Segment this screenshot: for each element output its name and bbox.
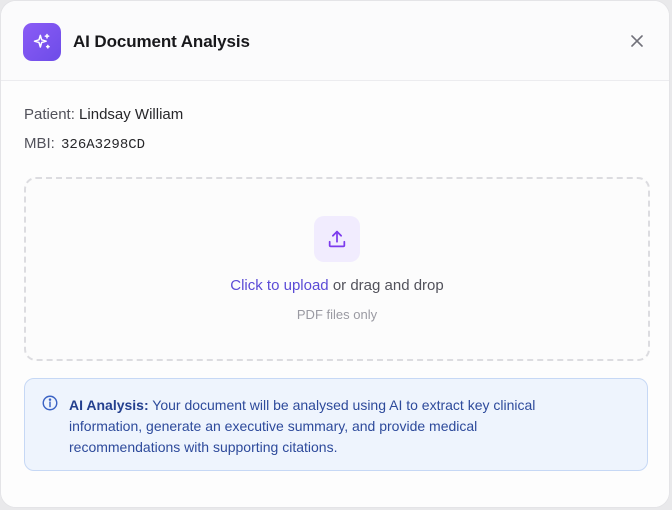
ai-analysis-info-box: AI Analysis: Your document will be analy… xyxy=(24,378,648,471)
file-dropzone[interactable]: Click to upload or drag and drop PDF fil… xyxy=(24,177,650,361)
patient-mbi-line: MBI: 326A3298CD xyxy=(24,135,145,153)
patient-name-line: Patient: Lindsay William xyxy=(24,106,183,123)
drag-drop-text: or drag and drop xyxy=(328,277,444,294)
upload-icon xyxy=(314,216,360,262)
close-button[interactable] xyxy=(627,31,647,51)
mbi-value: 326A3298CD xyxy=(61,137,146,153)
modal-header: AI Document Analysis xyxy=(1,1,669,81)
upload-instructions: Click to upload or drag and drop xyxy=(26,277,648,294)
info-icon xyxy=(42,395,58,411)
info-message: AI Analysis: Your document will be analy… xyxy=(69,395,589,458)
sparkles-icon xyxy=(23,23,61,61)
patient-name: Lindsay William xyxy=(79,106,184,123)
info-title: AI Analysis: xyxy=(69,397,149,413)
mbi-label: MBI: xyxy=(24,135,55,152)
upload-hint: PDF files only xyxy=(296,307,378,322)
close-icon xyxy=(631,35,643,47)
ai-document-analysis-modal: AI Document Analysis Patient: Lindsay Wi… xyxy=(0,0,670,508)
modal-title: AI Document Analysis xyxy=(73,32,250,51)
click-to-upload-link[interactable]: Click to upload xyxy=(230,277,328,294)
modal-body: Patient: Lindsay William MBI: 326A3298CD… xyxy=(1,81,669,507)
patient-name-label: Patient: xyxy=(24,106,75,123)
